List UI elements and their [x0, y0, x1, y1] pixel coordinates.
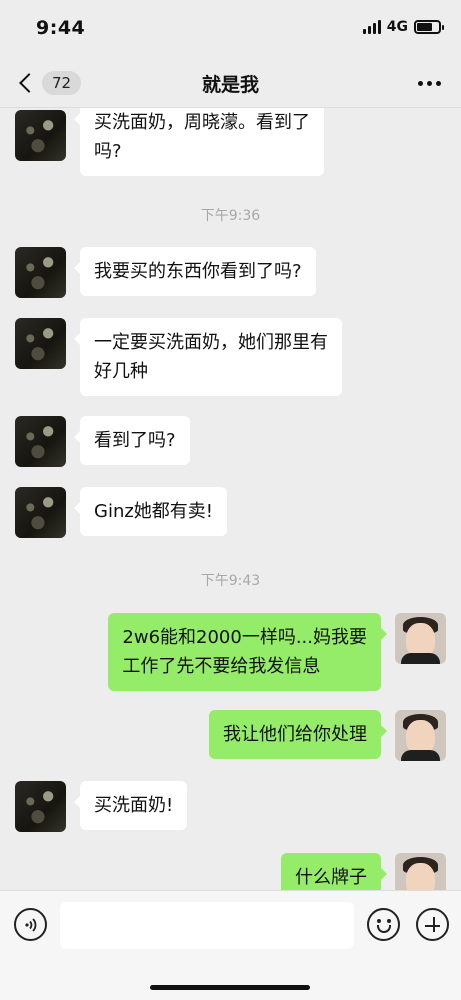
- message-bubble[interactable]: 买洗面奶，周晓濛。看到了 吗?: [74, 108, 324, 176]
- message-bubble[interactable]: 看到了吗?: [74, 416, 190, 465]
- contact-avatar[interactable]: [15, 487, 66, 538]
- contact-avatar[interactable]: [15, 318, 66, 369]
- voice-icon[interactable]: [14, 908, 47, 941]
- user-avatar[interactable]: [395, 710, 446, 761]
- message-bubble[interactable]: 我让他们给你处理: [209, 710, 387, 759]
- status-bar: 9:44 4G: [0, 0, 461, 58]
- chat-title: 就是我: [201, 74, 259, 96]
- message-input[interactable]: [60, 902, 354, 949]
- signal-icon: [362, 20, 381, 34]
- nav-bar: 72 就是我: [0, 58, 461, 108]
- network-type: 4G: [386, 19, 408, 35]
- user-avatar[interactable]: [395, 853, 446, 890]
- home-indicator[interactable]: [150, 985, 310, 990]
- plus-icon[interactable]: [416, 908, 449, 941]
- message-bubble[interactable]: 什么牌子: [281, 853, 387, 890]
- battery-icon: [414, 20, 444, 34]
- contact-avatar[interactable]: [15, 416, 66, 467]
- message-bubble[interactable]: 2w6能和2000一样吗...妈我要 工作了先不要给我发信息: [108, 613, 387, 691]
- emoji-icon[interactable]: [367, 908, 400, 941]
- contact-avatar[interactable]: [15, 110, 66, 161]
- contact-avatar[interactable]: [15, 247, 66, 298]
- message-bubble[interactable]: 我要买的东西你看到了吗?: [74, 247, 316, 296]
- chat-message-list[interactable]: 买洗面奶，周晓濛。看到了 吗? 下午9:36 我要买的东西你看到了吗? 一定要买…: [0, 108, 461, 890]
- message-bubble[interactable]: 买洗面奶!: [73, 781, 188, 830]
- message-bubble[interactable]: Ginz她都有卖!: [73, 487, 228, 536]
- input-bar: [0, 890, 461, 1000]
- message-bubble[interactable]: 一定要买洗面奶，她们那里有 好几种: [74, 318, 342, 396]
- more-dots-icon[interactable]: [418, 81, 441, 86]
- timestamp-separator: 下午9:43: [200, 573, 261, 589]
- contact-avatar[interactable]: [15, 781, 66, 832]
- user-avatar[interactable]: [395, 613, 446, 664]
- timestamp-separator: 下午9:36: [200, 208, 261, 224]
- status-time: 9:44: [36, 17, 86, 39]
- status-indicators: 4G: [362, 19, 444, 35]
